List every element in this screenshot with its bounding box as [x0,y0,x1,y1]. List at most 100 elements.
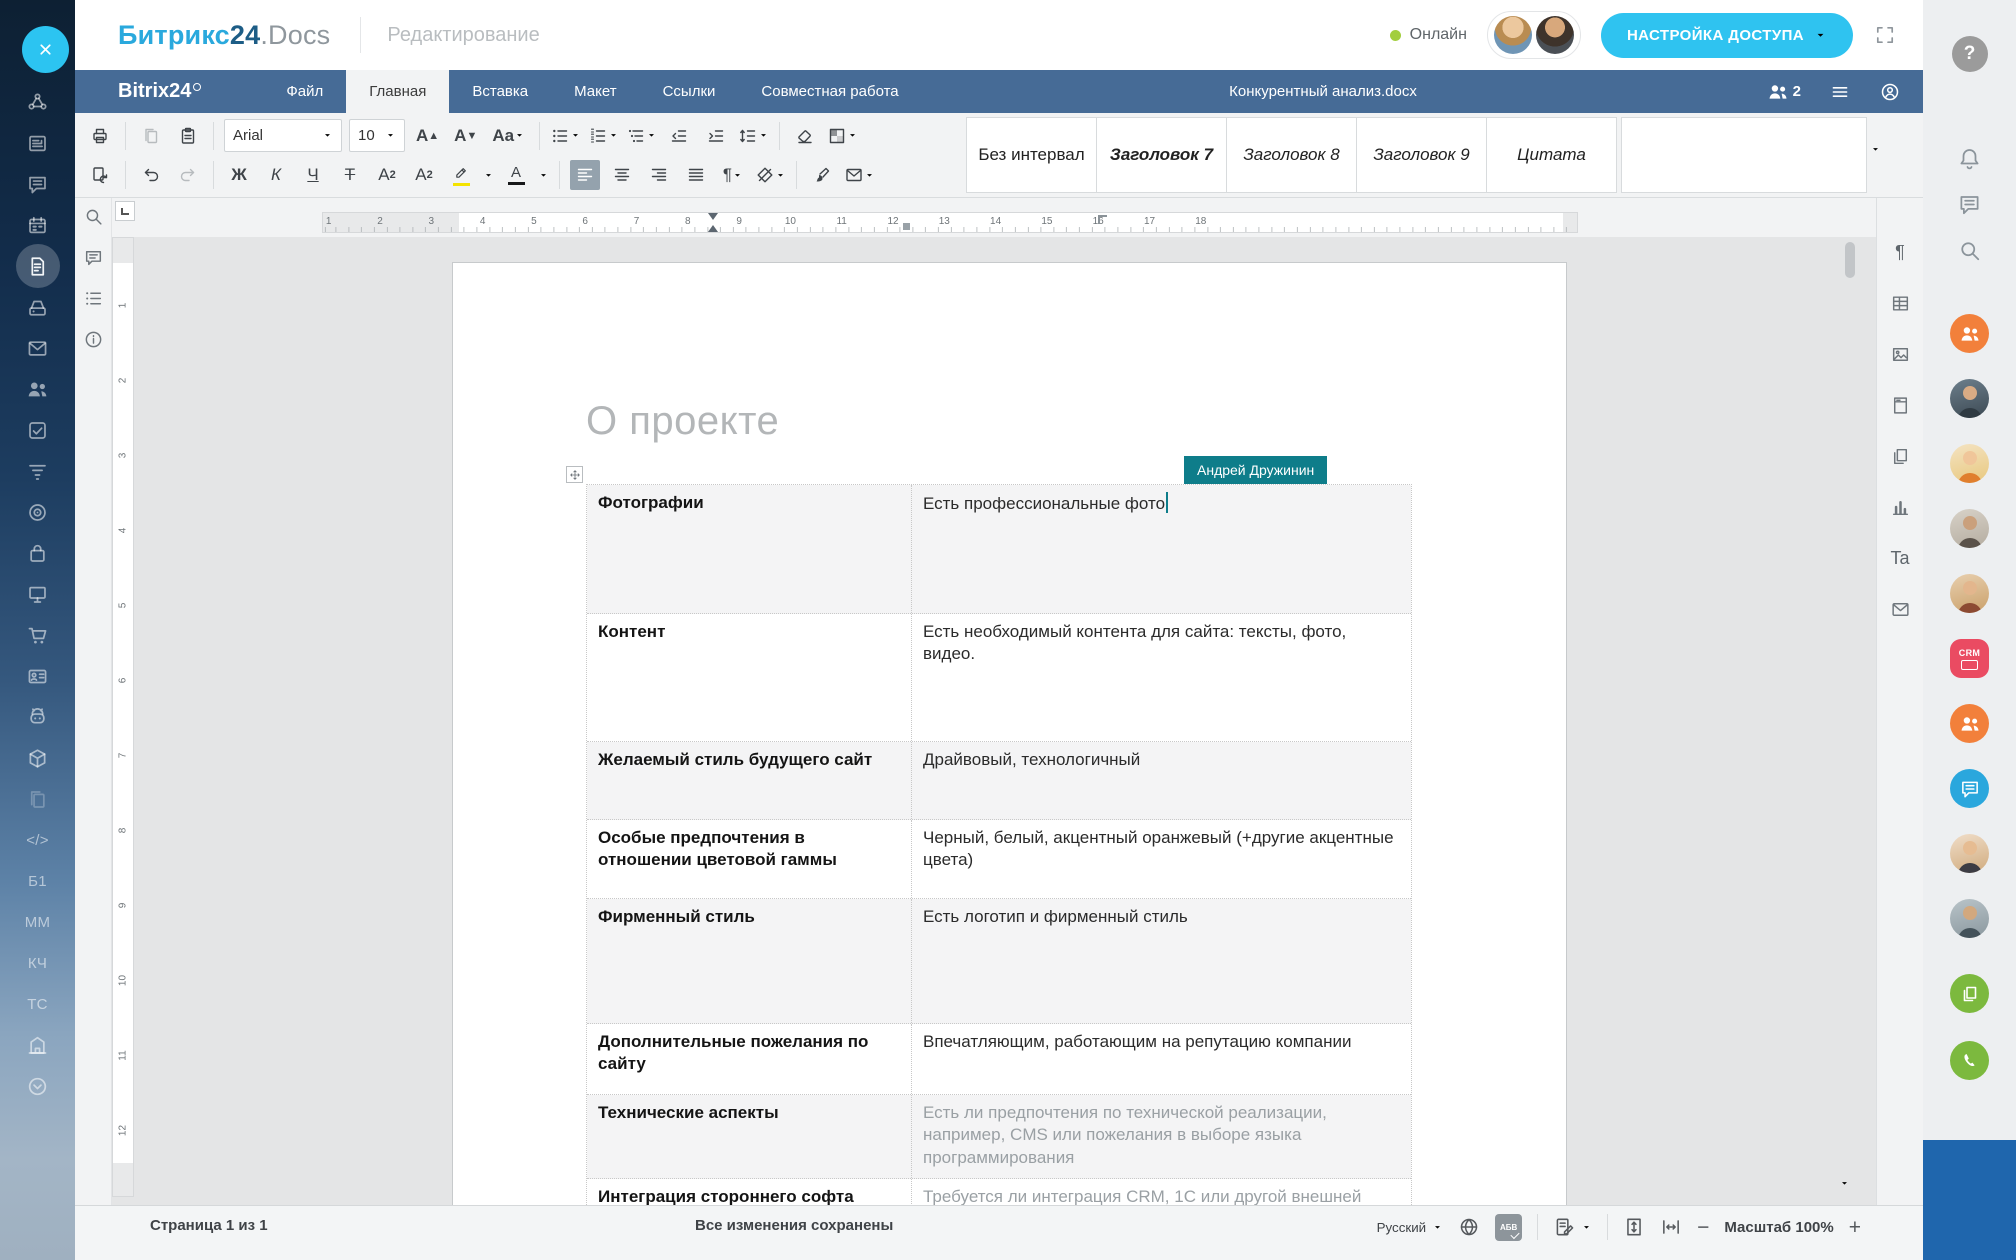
copy-style-document-button[interactable] [85,160,115,190]
styles-gallery-expand[interactable] [1870,143,1881,158]
table-cell-label[interactable]: Фирменный стиль [587,899,912,1023]
sidebar-item-copilot[interactable] [0,705,75,729]
right-indent-marker[interactable] [1098,215,1107,224]
horizontal-ruler[interactable]: 123456789101112131415161718 [322,212,1578,233]
borders-button[interactable] [755,160,786,190]
numbered-list-button[interactable] [588,121,619,151]
table-cell-label[interactable]: Дополнительные пожелания по сайту [587,1024,912,1094]
align-left-button[interactable] [570,160,600,190]
sidebar-item-b1[interactable]: Б1 [0,869,75,893]
panel-comments[interactable] [80,245,106,269]
sidebar-item-contacts[interactable] [0,664,75,688]
sidebar-item-team[interactable] [0,377,75,401]
rail-contact-employees-group[interactable] [1950,314,1989,353]
strikethrough-button[interactable]: Т [335,160,365,190]
rail-contact-user-4[interactable] [1950,574,1989,613]
chevron-down-icon[interactable] [538,170,549,181]
fit-width-button[interactable] [1660,1216,1682,1238]
mail-merge-button[interactable] [844,160,875,190]
spellcheck-button[interactable]: АБВ [1495,1214,1522,1241]
sidebar-item-mm[interactable]: ММ [0,910,75,934]
zoom-out-button[interactable]: − [1697,1217,1709,1238]
help-button[interactable]: ? [1952,36,1988,72]
chevron-down-icon[interactable] [483,170,494,181]
tab-layout[interactable]: Макет [551,70,639,113]
profile-button[interactable] [1879,81,1901,103]
table-cell-value[interactable]: Есть профессиональные фото [912,485,1411,613]
sidebar-item-tasks[interactable] [0,418,75,442]
panel-image-settings[interactable] [1887,342,1913,366]
undo-button[interactable] [136,160,166,190]
fit-page-button[interactable] [1623,1216,1645,1238]
italic-button[interactable]: К [261,160,291,190]
document-page[interactable]: О проекте Андрей Дружинин Фотографии Ест… [452,262,1567,1205]
sidebar-item-ts[interactable]: ТС [0,992,75,1016]
table-cell-label[interactable]: Интеграция стороннего софта [587,1179,912,1205]
rail-contact-user-3[interactable] [1950,509,1989,548]
rail-contact-support-chat[interactable] [1950,769,1989,808]
decrease-font-button[interactable]: A▼ [450,121,481,151]
rail-search[interactable] [1957,238,1983,262]
table-cell-value[interactable]: Драйвовый, технологичный [912,742,1411,819]
rail-contact-crm-chat[interactable]: CRM [1950,639,1989,678]
rail-action-new-document[interactable] [1950,974,1989,1013]
font-name-select[interactable]: Arial [224,119,342,152]
style-quote[interactable]: Цитата [1486,117,1617,193]
left-indent-marker[interactable] [708,225,718,232]
tab-references[interactable]: Ссылки [640,70,739,113]
tab-collaboration[interactable]: Совместная работа [738,70,921,113]
table-column-marker[interactable] [903,223,910,230]
panel-textart-settings[interactable]: Ta [1887,546,1913,570]
underline-button[interactable]: Ч [298,160,328,190]
rail-contact-employees-group-2[interactable] [1950,704,1989,743]
fullscreen-button[interactable] [1873,23,1897,47]
increase-indent-button[interactable] [701,121,731,151]
copy-style-button[interactable] [807,160,837,190]
sidebar-item-sites[interactable] [0,582,75,606]
style-heading-8[interactable]: Заголовок 8 [1226,117,1357,193]
sidebar-item-kch[interactable]: КЧ [0,951,75,975]
sidebar-item-docs[interactable] [0,254,75,278]
vertical-ruler[interactable]: 123456789101112 [112,237,134,1197]
clear-formatting-button[interactable] [790,121,820,151]
style-heading-9[interactable]: Заголовок 9 [1356,117,1487,193]
rail-action-call[interactable] [1950,1041,1989,1080]
collaborators-count[interactable]: 2 [1767,81,1801,103]
style-no-spacing[interactable]: Без интервал [966,117,1097,193]
rail-notifications[interactable] [1957,146,1983,170]
panel-page-settings[interactable] [1887,444,1913,468]
multilevel-list-button[interactable] [626,121,657,151]
font-size-select[interactable]: 10 [349,119,405,152]
nonprinting-chars-button[interactable]: ¶ [718,160,748,190]
table-cell-value[interactable]: Есть логотип и фирменный стиль [912,899,1411,1023]
close-button[interactable] [22,26,69,73]
document-language-button[interactable] [1458,1216,1480,1238]
tab-file[interactable]: Файл [263,70,346,113]
tab-stop-selector[interactable] [115,201,135,221]
sidebar-item-calendar[interactable] [0,213,75,237]
sidebar-item-workflows[interactable] [0,787,75,811]
shading-button[interactable] [827,121,858,151]
paste-button[interactable] [173,121,203,151]
sidebar-item-sales[interactable] [0,541,75,565]
copy-button[interactable] [136,121,166,151]
font-color-button[interactable]: A [501,160,531,190]
sidebar-item-network[interactable] [0,90,75,114]
rail-contact-user-5[interactable] [1950,834,1989,873]
subscript-button[interactable]: A2 [409,160,439,190]
scroll-down-button[interactable] [1839,1177,1850,1192]
justify-button[interactable] [681,160,711,190]
panel-paragraph-settings[interactable]: ¶ [1887,240,1913,264]
table-move-handle[interactable] [566,466,583,483]
align-right-button[interactable] [644,160,674,190]
decrease-indent-button[interactable] [664,121,694,151]
table-cell-label[interactable]: Контент [587,614,912,741]
superscript-button[interactable]: A2 [372,160,402,190]
sidebar-item-shop[interactable] [0,623,75,647]
panel-header-footer-settings[interactable] [1887,393,1913,417]
table-cell-value[interactable]: Есть ли предпочтения по технической реал… [912,1095,1411,1178]
panel-table-settings[interactable] [1887,291,1913,315]
highlight-color-button[interactable] [446,160,476,190]
sidebar-item-more[interactable] [0,1074,75,1098]
rail-contact-user-1[interactable] [1950,379,1989,418]
